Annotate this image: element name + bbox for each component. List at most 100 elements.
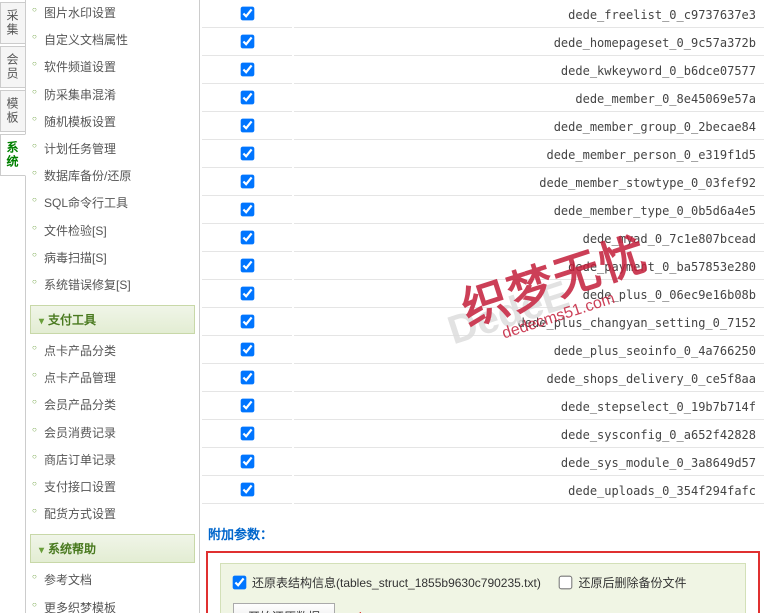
sidebar-item[interactable]: 图片水印设置 [30,0,195,27]
sidebar-item[interactable]: SQL命令行工具 [30,190,195,217]
sidebar-item[interactable]: 支付接口设置 [30,474,195,501]
sidebar-link[interactable]: 软件频道设置 [44,60,116,74]
sidebar-link[interactable]: SQL命令行工具 [44,196,128,210]
sidebar-link[interactable]: 会员消费记录 [44,426,116,440]
row-checkbox[interactable] [240,146,254,160]
row-checkbox[interactable] [240,34,254,48]
sidebar-link[interactable]: 支付接口设置 [44,480,116,494]
table-filename: dede_shops_delivery_0_ce5f8aa [294,366,764,392]
sidebar-link[interactable]: 更多织梦模板 [44,601,116,613]
params-box: 还原表结构信息(tables_struct_1855b9630c790235.t… [206,551,760,613]
row-checkbox[interactable] [240,370,254,384]
sidebar-link[interactable]: 自定义文档属性 [44,33,128,47]
extra-params: 附加参数： 还原表结构信息(tables_struct_1855b9630c79… [206,520,760,613]
sidebar-item[interactable]: 自定义文档属性 [30,27,195,54]
row-checkbox[interactable] [240,62,254,76]
table-row: dede_member_stowtype_0_03fef92 [202,170,764,196]
row-checkbox[interactable] [240,314,254,328]
sidebar-item[interactable]: 商店订单记录 [30,447,195,474]
table-row: dede_kwkeyword_0_b6dce07577 [202,58,764,84]
sidebar-link[interactable]: 会员产品分类 [44,398,116,412]
table-row: dede_sysconfig_0_a652f42828 [202,422,764,448]
sidebar-link[interactable]: 配货方式设置 [44,507,116,521]
section-header-payment[interactable]: 支付工具 [30,305,195,334]
table-filename: dede_uploads_0_354f294fafc [294,478,764,504]
row-checkbox[interactable] [240,426,254,440]
table-filename: dede_member_stowtype_0_03fef92 [294,170,764,196]
table-filename: dede_plus_changyan_setting_0_7152 [294,310,764,336]
table-filename: dede_member_person_0_e319f1d5 [294,142,764,168]
row-checkbox[interactable] [240,342,254,356]
sidebar-link[interactable]: 点卡产品分类 [44,344,116,358]
sidebar-item[interactable]: 点卡产品管理 [30,365,195,392]
start-restore-button[interactable]: 开始还原数据 [233,603,335,613]
table-row: dede_shops_delivery_0_ce5f8aa [202,366,764,392]
row-checkbox[interactable] [240,230,254,244]
table-row: dede_member_0_8e45069e57a [202,86,764,112]
sidebar-link[interactable]: 计划任务管理 [44,142,116,156]
params-form: 还原表结构信息(tables_struct_1855b9630c790235.t… [220,563,746,613]
sidebar-item[interactable]: 软件频道设置 [30,54,195,81]
section-header-help[interactable]: 系统帮助 [30,534,195,563]
sidebar-item[interactable]: 配货方式设置 [30,501,195,528]
row-checkbox[interactable] [240,398,254,412]
row-checkbox[interactable] [240,6,254,20]
sidebar-link[interactable]: 随机模板设置 [44,115,116,129]
table-row: dede_plus_changyan_setting_0_7152 [202,310,764,336]
table-row: dede_freelist_0_c9737637e3 [202,2,764,28]
sidebar-link[interactable]: 图片水印设置 [44,6,116,20]
sidebar-item[interactable]: 随机模板设置 [30,109,195,136]
restore-struct-label: 还原表结构信息(tables_struct_1855b9630c790235.t… [252,574,541,591]
sidebar-item[interactable]: 更多织梦模板 [30,595,195,613]
table-filename: dede_freelist_0_c9737637e3 [294,2,764,28]
row-checkbox[interactable] [240,258,254,272]
row-checkbox[interactable] [240,90,254,104]
sidebar-item[interactable]: 病毒扫描[S] [30,245,195,272]
table-row: dede_member_type_0_0b5d6a4e5 [202,198,764,224]
sidebar-link[interactable]: 系统错误修复[S] [44,278,131,292]
sidebar-link[interactable]: 防采集串混淆 [44,88,116,102]
vtab-2[interactable]: 模板 [0,90,25,132]
sidebar-link[interactable]: 商店订单记录 [44,453,116,467]
table-filename: dede_myad_0_7c1e807bcead [294,226,764,252]
vtab-1[interactable]: 会员 [0,46,25,88]
params-header: 附加参数： [206,520,760,551]
table-filename: dede_sys_module_0_3a8649d57 [294,450,764,476]
vtab-0[interactable]: 采集 [0,2,25,44]
row-checkbox[interactable] [240,174,254,188]
table-row: dede_sys_module_0_3a8649d57 [202,450,764,476]
sidebar-link[interactable]: 数据库备份/还原 [44,169,131,183]
table-filename: dede_plus_0_06ec9e16b08b [294,282,764,308]
sidebar-link[interactable]: 参考文档 [44,573,92,587]
sidebar-item[interactable]: 计划任务管理 [30,136,195,163]
delete-after-checkbox[interactable] [559,576,573,590]
table-filename: dede_member_group_0_2becae84 [294,114,764,140]
delete-after-label: 还原后删除备份文件 [578,574,686,591]
sidebar-item[interactable]: 点卡产品分类 [30,338,195,365]
main-content: dede_freelist_0_c9737637e3dede_homepages… [200,0,766,613]
sidebar: 图片水印设置自定义文档属性软件频道设置防采集串混淆随机模板设置计划任务管理数据库… [26,0,200,613]
row-checkbox[interactable] [240,482,254,496]
sidebar-item[interactable]: 防采集串混淆 [30,82,195,109]
sidebar-link[interactable]: 文件检验[S] [44,224,107,238]
sidebar-item[interactable]: 文件检验[S] [30,218,195,245]
sidebar-item[interactable]: 数据库备份/还原 [30,163,195,190]
row-checkbox[interactable] [240,454,254,468]
table-row: dede_uploads_0_354f294fafc [202,478,764,504]
row-checkbox[interactable] [240,118,254,132]
sidebar-link[interactable]: 点卡产品管理 [44,371,116,385]
table-filename: dede_payment_0_ba57853e280 [294,254,764,280]
row-checkbox[interactable] [240,286,254,300]
sidebar-item[interactable]: 参考文档 [30,567,195,594]
sidebar-link[interactable]: 病毒扫描[S] [44,251,107,265]
table-row: dede_myad_0_7c1e807bcead [202,226,764,252]
sidebar-item[interactable]: 会员消费记录 [30,420,195,447]
sidebar-item[interactable]: 会员产品分类 [30,392,195,419]
restore-struct-checkbox[interactable] [233,576,247,590]
vtab-3[interactable]: 系统 [0,134,26,176]
sidebar-item[interactable]: 系统错误修复[S] [30,272,195,299]
table-filename: dede_member_type_0_0b5d6a4e5 [294,198,764,224]
table-row: dede_member_group_0_2becae84 [202,114,764,140]
row-checkbox[interactable] [240,202,254,216]
arrow-annotation [351,606,491,613]
